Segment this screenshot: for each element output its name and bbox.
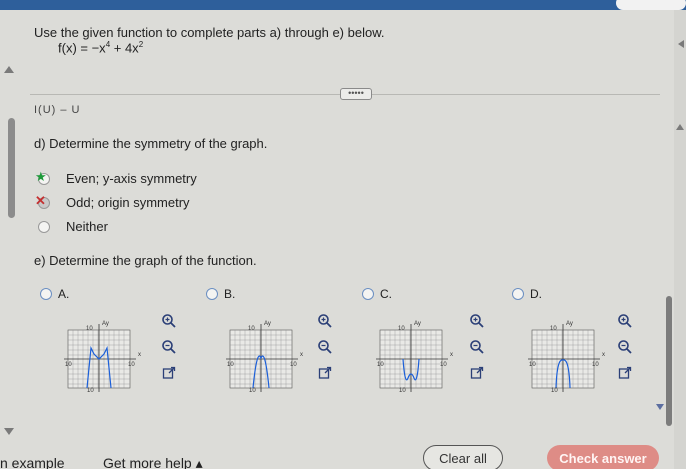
zoom-in-icon[interactable] — [468, 312, 486, 330]
graph-a-xmax: 10 — [128, 362, 135, 368]
clear-all-button[interactable]: Clear all — [423, 445, 503, 469]
graph-b-ymin: 10 — [249, 388, 256, 394]
graph-d-ymin: 10 — [551, 388, 558, 394]
choice-c-label: C. — [380, 287, 392, 301]
graph-d-xaxis: x — [602, 352, 605, 358]
instruction-text: Use the given function to complete parts… — [34, 25, 385, 40]
zoom-out-icon[interactable] — [616, 338, 634, 356]
zoom-in-icon[interactable] — [160, 312, 178, 330]
graph-b-xaxis: x — [300, 352, 303, 358]
graph-a-xmin: 10 — [65, 362, 72, 368]
right-scroll-thumb[interactable] — [666, 296, 672, 426]
option-odd-label: Odd; origin symmetry — [66, 195, 190, 210]
show-more-button[interactable]: ••••• — [340, 88, 372, 100]
graph-a-ymin: 10 — [87, 388, 94, 394]
option-neither-label: Neither — [66, 219, 108, 234]
left-arrow-down-icon[interactable] — [4, 428, 14, 435]
zoom-in-icon[interactable] — [316, 312, 334, 330]
option-odd[interactable]: ✕ Odd; origin symmetry — [35, 192, 190, 211]
graph-b-ymax: 10 — [248, 326, 255, 332]
graph-d-xmax: 10 — [592, 362, 599, 368]
option-neither-radio[interactable] — [38, 220, 50, 233]
option-even[interactable]: ★ Even; y-axis symmetry — [35, 168, 197, 187]
option-even-label: Even; y-axis symmetry — [66, 171, 197, 186]
part-d-question: d) Determine the symmetry of the graph. — [34, 136, 268, 151]
graph-c-tools — [468, 312, 490, 390]
right-arrow-down-icon[interactable] — [656, 404, 664, 410]
graph-d: 10 Ay 10 10 x 10 — [528, 321, 605, 394]
choice-a-radio[interactable] — [40, 288, 52, 300]
part-e-question: e) Determine the graph of the function. — [34, 253, 257, 268]
function-exp2: 2 — [138, 40, 144, 49]
cutoff-text: I(U) – U — [34, 104, 81, 116]
graph-c-xmin: 10 — [377, 362, 384, 368]
choice-a[interactable]: A. — [40, 287, 69, 301]
graph-d-tools — [616, 312, 638, 390]
correct-star-icon: ★ — [35, 168, 47, 184]
right-scrollbar-track[interactable] — [674, 10, 686, 469]
choice-d[interactable]: D. — [512, 287, 542, 301]
graph-c-ymax: 10 — [398, 326, 405, 332]
left-arrow-up-icon[interactable] — [4, 66, 14, 73]
graph-c-xaxis: x — [450, 352, 453, 358]
zoom-in-icon[interactable] — [616, 312, 634, 330]
choice-c-radio[interactable] — [362, 288, 374, 300]
graph-d-xmin: 10 — [529, 362, 536, 368]
graph-d-ymax: 10 — [550, 326, 557, 332]
zoom-out-icon[interactable] — [468, 338, 486, 356]
option-even-radio[interactable]: ★ — [35, 168, 50, 185]
right-arrow-up-icon[interactable] — [676, 124, 684, 130]
get-more-help-link[interactable]: Get more help ▴ — [103, 455, 203, 469]
check-answer-button[interactable]: Check answer — [547, 445, 659, 469]
graph-c-yaxis: Ay — [414, 321, 421, 327]
choice-a-label: A. — [58, 287, 70, 301]
zoom-out-icon[interactable] — [160, 338, 178, 356]
choice-c[interactable]: C. — [362, 287, 392, 301]
external-link-icon[interactable] — [468, 364, 486, 382]
graph-c: 10 Ay 10 10 x 10 — [376, 321, 453, 394]
choice-b-label: B. — [224, 287, 236, 301]
choice-d-radio[interactable] — [512, 288, 524, 300]
left-scroll-thumb[interactable] — [8, 118, 15, 218]
graph-a-xaxis: x — [138, 352, 141, 358]
graph-c-xmax: 10 — [440, 362, 447, 368]
incorrect-x-icon: ✕ — [35, 192, 46, 208]
graph-b-xmin: 10 — [227, 362, 234, 368]
right-arrow-left-icon[interactable] — [678, 40, 684, 48]
graph-b-xmax: 10 — [290, 362, 297, 368]
external-link-icon[interactable] — [160, 364, 178, 382]
choice-d-label: D. — [530, 287, 542, 301]
option-neither[interactable]: Neither — [38, 219, 108, 234]
choice-b-radio[interactable] — [206, 288, 218, 300]
graph-d-yaxis: Ay — [566, 321, 573, 327]
graph-c-ymin: 10 — [399, 388, 406, 394]
external-link-icon[interactable] — [616, 364, 634, 382]
graph-a-tools — [160, 312, 182, 390]
graph-b-yaxis: Ay — [264, 321, 271, 327]
graph-a-ymax: 10 — [86, 326, 93, 332]
function-display: f(x) = −x4 + 4x2 — [58, 40, 143, 55]
graph-a-yaxis: Ay — [102, 321, 109, 327]
function-lhs: f(x) = −x — [58, 40, 106, 56]
choice-b[interactable]: B. — [206, 287, 235, 301]
option-odd-radio[interactable]: ✕ — [35, 192, 50, 209]
zoom-out-icon[interactable] — [316, 338, 334, 356]
function-mid: + 4x — [110, 40, 139, 56]
graph-a: 10 Ay 10 10 x 10 — [64, 321, 141, 394]
example-link[interactable]: n example — [0, 455, 65, 469]
external-link-icon[interactable] — [316, 364, 334, 382]
question-panel: Use the given function to complete parts… — [0, 0, 672, 469]
graph-b: 10 Ay 10 10 x 10 — [226, 321, 303, 394]
graph-b-tools — [316, 312, 338, 390]
